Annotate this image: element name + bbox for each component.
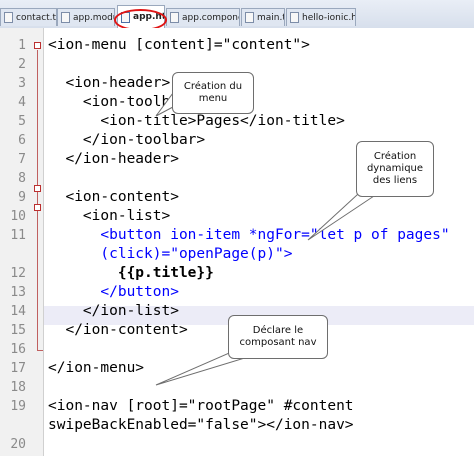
callout-arrows <box>155 88 381 386</box>
callout-menu-text: Création du menu <box>183 81 243 104</box>
callout-nav-text: Déclare le composant nav <box>239 325 317 348</box>
callout-links: Création dynamique des liens <box>356 141 434 197</box>
callout-nav: Déclare le composant nav <box>228 315 328 359</box>
callout-links-text: Création dynamique des liens <box>366 151 424 186</box>
callout-menu: Création du menu <box>172 72 254 114</box>
